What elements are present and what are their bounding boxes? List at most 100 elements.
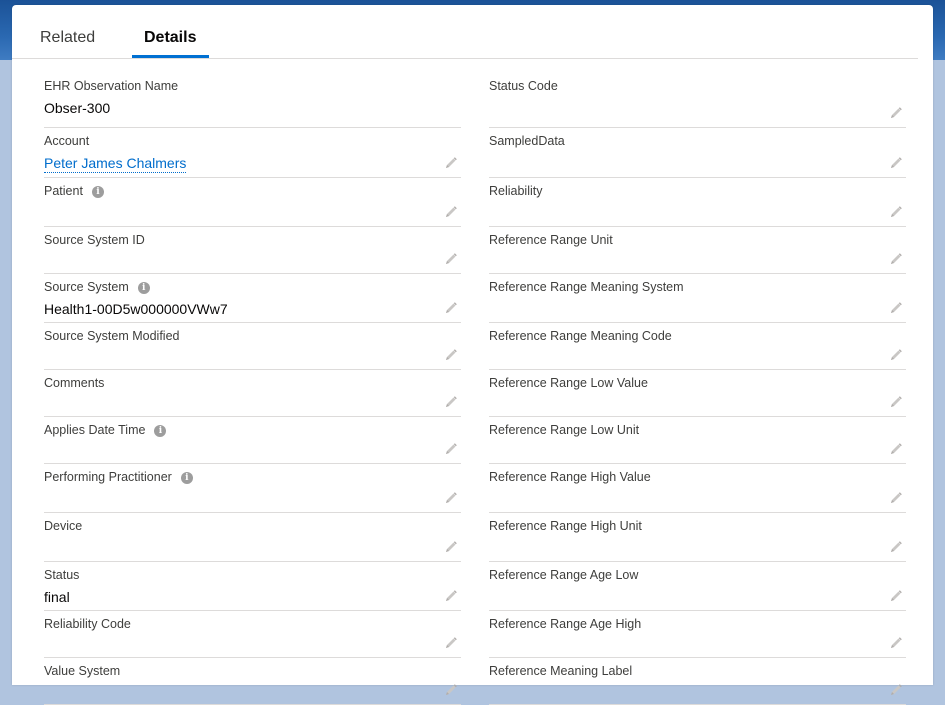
field-reference-range-meaning-code: Reference Range Meaning Code <box>489 323 906 370</box>
field-label: Reliability <box>489 184 543 198</box>
field-label: Reference Range Low Unit <box>489 423 639 437</box>
field-label: Status Code <box>489 79 558 93</box>
field-label: Reference Range Meaning System <box>489 280 684 294</box>
field-reference-range-low-unit: Reference Range Low Unit <box>489 417 906 464</box>
field-status: Status final <box>44 562 461 611</box>
field-label-text: Value System <box>44 664 121 678</box>
field-source-system-modified: Source System Modified <box>44 323 461 370</box>
field-label: Reference Range Age High <box>489 617 641 631</box>
pencil-edit-icon[interactable] <box>444 491 458 505</box>
info-icon[interactable]: i <box>137 282 150 294</box>
field-label-text: Status <box>44 568 80 582</box>
field-device: Device <box>44 513 461 562</box>
field-label: Device <box>44 519 82 533</box>
pencil-edit-icon[interactable] <box>444 540 458 554</box>
field-label-text: Reference Range Low Value <box>489 376 648 390</box>
field-label-text: Device <box>44 519 83 533</box>
pencil-edit-icon[interactable] <box>889 301 903 315</box>
tab-related[interactable]: Related <box>40 29 95 47</box>
pencil-edit-icon[interactable] <box>889 106 903 120</box>
field-status-code: Status Code <box>489 73 906 128</box>
field-label: Reliability Code <box>44 617 131 631</box>
details-left-column: EHR Observation Name Obser-300 Account Pete… <box>44 73 461 705</box>
pencil-edit-icon[interactable] <box>889 395 903 409</box>
pencil-edit-icon[interactable] <box>889 491 903 505</box>
pencil-edit-icon[interactable] <box>889 540 903 554</box>
field-label-text: Status Code <box>489 79 558 93</box>
pencil-edit-icon[interactable] <box>444 348 458 362</box>
field-reference-range-age-low: Reference Range Age Low <box>489 562 906 611</box>
field-reliability: Reliability <box>489 178 906 227</box>
field-label: Source System Modified <box>44 329 179 343</box>
field-label: Source System i <box>44 280 150 294</box>
tab-details[interactable]: Details <box>144 29 196 47</box>
details-right-column: Status Code SampledData Reliability Referen… <box>489 73 906 705</box>
field-reference-range-unit: Reference Range Unit <box>489 227 906 274</box>
field-label-text: Source System Modified <box>44 329 180 343</box>
field-reference-range-age-high: Reference Range Age High <box>489 611 906 658</box>
field-value: final <box>44 589 70 605</box>
field-label-text: Reference Range Age Low <box>489 568 639 582</box>
field-reference-range-meaning-system: Reference Range Meaning System <box>489 274 906 323</box>
pencil-edit-icon[interactable] <box>889 589 903 603</box>
field-label-text: Reference Meaning Label <box>489 664 633 678</box>
field-label-text: Performing Practitioner <box>44 470 172 484</box>
field-sampleddata: SampledData <box>489 128 906 178</box>
field-label-text: Reliability <box>489 184 543 198</box>
pencil-edit-icon[interactable] <box>889 156 903 170</box>
field-source-system: Source System i Health1-00D5w000000VWw7 <box>44 274 461 323</box>
record-detail-card: Related Details EHR Observation Name Obse… <box>12 5 933 705</box>
pencil-edit-icon[interactable] <box>444 156 458 170</box>
field-label: Reference Range High Unit <box>489 519 642 533</box>
field-label-text: Applies Date Time <box>44 423 146 437</box>
pencil-edit-icon[interactable] <box>889 636 903 650</box>
pencil-edit-icon[interactable] <box>444 683 458 697</box>
field-reference-meaning-label: Reference Meaning Label <box>489 658 906 705</box>
pencil-edit-icon[interactable] <box>889 442 903 456</box>
field-label: Value System <box>44 664 120 678</box>
field-label-text: SampledData <box>489 134 565 148</box>
field-reference-range-high-unit: Reference Range High Unit <box>489 513 906 562</box>
pencil-edit-icon[interactable] <box>889 252 903 266</box>
field-label-text: Reliability Code <box>44 617 131 631</box>
field-label: Reference Range Low Value <box>489 376 648 390</box>
info-icon[interactable]: i <box>154 425 167 437</box>
field-label-text: Reference Range Meaning System <box>489 280 684 294</box>
field-ehr-observation-name: EHR Observation Name Obser-300 <box>44 73 461 128</box>
tab-bar: Related Details <box>12 5 918 59</box>
field-patient: Patient i <box>44 178 461 227</box>
pencil-edit-icon[interactable] <box>444 442 458 456</box>
pencil-edit-icon[interactable] <box>889 348 903 362</box>
field-label: Source System ID <box>44 233 145 247</box>
field-reference-range-low-value: Reference Range Low Value <box>489 370 906 417</box>
pencil-edit-icon[interactable] <box>444 205 458 219</box>
field-label-text: Reference Range Unit <box>489 233 613 247</box>
pencil-edit-icon[interactable] <box>444 589 458 603</box>
pencil-edit-icon[interactable] <box>889 205 903 219</box>
field-label: Reference Range Unit <box>489 233 613 247</box>
info-icon[interactable]: i <box>180 472 193 484</box>
pencil-edit-icon[interactable] <box>444 395 458 409</box>
pencil-edit-icon[interactable] <box>444 252 458 266</box>
active-tab-indicator <box>132 55 209 58</box>
info-icon[interactable]: i <box>91 186 104 198</box>
field-value-system: Value System <box>44 658 461 705</box>
field-value: Health1-00D5w000000VWw7 <box>44 301 228 317</box>
field-label-text: Reference Range High Unit <box>489 519 642 533</box>
field-account: Account Peter James Chalmers <box>44 128 461 178</box>
field-label: Applies Date Time i <box>44 423 167 437</box>
pencil-edit-icon[interactable] <box>444 636 458 650</box>
field-label: Reference Range Age Low <box>489 568 638 582</box>
pencil-edit-icon[interactable] <box>889 683 903 697</box>
field-label: Reference Meaning Label <box>489 664 632 678</box>
field-label: Account <box>44 134 89 148</box>
field-reliability-code: Reliability Code <box>44 611 461 658</box>
field-label: SampledData <box>489 134 565 148</box>
account-link[interactable]: Peter James Chalmers <box>44 155 187 173</box>
field-comments: Comments <box>44 370 461 417</box>
field-label-text: Source System <box>44 280 129 294</box>
pencil-edit-icon[interactable] <box>444 301 458 315</box>
field-label-text: Reference Range Low Unit <box>489 423 640 437</box>
field-applies-date-time: Applies Date Time i <box>44 417 461 464</box>
field-value: Obser-300 <box>44 100 111 116</box>
